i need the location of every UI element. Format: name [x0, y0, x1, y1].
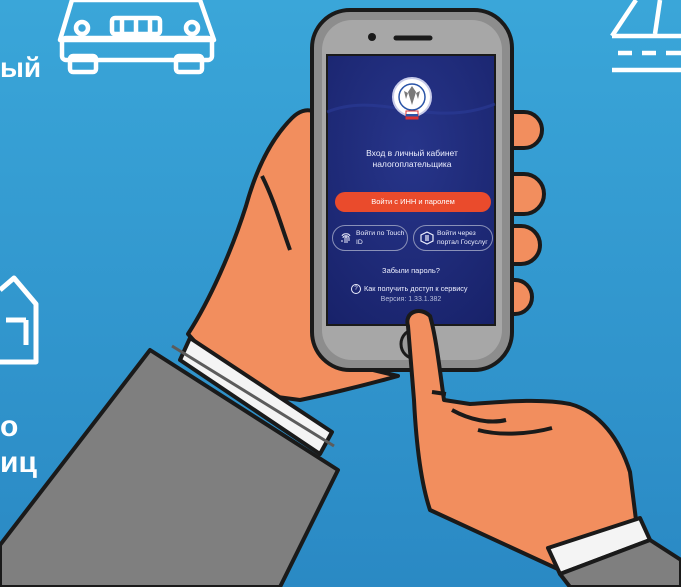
forgot-password-link[interactable]: Забыли пароль? — [327, 266, 495, 275]
side-text-bottom: иц — [0, 446, 37, 479]
access-help-label: Как получить доступ к сервису — [364, 284, 468, 293]
access-help-link[interactable]: ? Как получить доступ к сервису — [351, 284, 468, 295]
login-inn-password-button[interactable]: Войти с ИНН и паролем — [335, 192, 491, 212]
side-text-top: ый — [0, 52, 42, 83]
screen-title: Вход в личный кабинет налогоплательщика — [366, 148, 458, 169]
question-icon: ? — [351, 284, 361, 295]
gosuslugi-icon — [420, 231, 434, 245]
app-version: Версия: 1.33.1.382 — [380, 296, 442, 303]
side-text-middle: о — [0, 410, 19, 443]
gosuslugi-button[interactable]: Войти через портал Госуслуг — [413, 225, 493, 251]
phone-screen: Вход в личный кабинет налогоплательщика … — [327, 55, 495, 325]
fns-emblem-icon — [392, 77, 432, 120]
touch-id-label: Войти по Touch ID — [356, 230, 405, 246]
touch-id-button[interactable]: Войти по Touch ID — [332, 225, 408, 251]
gosuslugi-label: Войти через портал Госуслуг — [437, 230, 488, 246]
fingerprint-icon — [341, 233, 351, 243]
